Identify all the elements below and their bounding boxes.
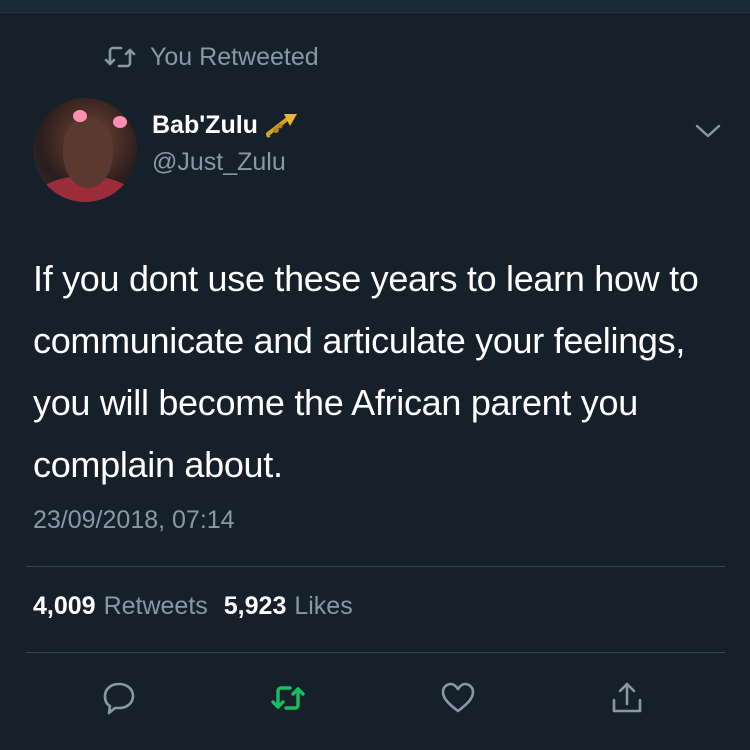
- trumpet-icon: [265, 114, 297, 138]
- tweet-actions: [0, 678, 750, 718]
- retweet-context: You Retweeted: [104, 40, 319, 74]
- retweet-context-label: You Retweeted: [150, 42, 319, 71]
- avatar-heart-decoration: [113, 116, 127, 128]
- retweets-label: Retweets: [103, 592, 208, 620]
- reply-icon: [103, 682, 135, 715]
- retweet-button[interactable]: [268, 678, 308, 718]
- author-display-name[interactable]: Bab'Zulu: [152, 110, 300, 140]
- share-icon: [612, 682, 642, 713]
- likes-count: 5,923: [223, 592, 287, 620]
- tweet-timestamp: 23/09/2018, 07:14: [33, 506, 235, 534]
- tweet-text: If you dont use these years to learn how…: [33, 258, 699, 485]
- retweet-icon: [271, 686, 305, 710]
- avatar-heart-decoration: [73, 110, 87, 122]
- top-bar: [0, 0, 750, 15]
- retweet-icon: [104, 46, 136, 68]
- display-name-text: Bab'Zulu: [152, 110, 258, 139]
- reply-button[interactable]: [99, 678, 139, 718]
- like-button[interactable]: [438, 678, 478, 718]
- likes-stat[interactable]: 5,923 Likes: [224, 592, 353, 621]
- retweets-stat[interactable]: 4,009 Retweets: [33, 592, 208, 621]
- likes-label: Likes: [294, 592, 353, 620]
- divider: [26, 566, 725, 567]
- share-button[interactable]: [607, 678, 647, 718]
- author-block[interactable]: Bab'Zulu @Just_Zulu: [152, 110, 300, 177]
- avatar[interactable]: [33, 98, 137, 202]
- divider: [26, 652, 725, 653]
- tweet-stats: 4,009 Retweets 5,923 Likes: [33, 592, 353, 621]
- retweets-count: 4,009: [33, 592, 96, 620]
- avatar-face: [63, 118, 113, 188]
- chevron-down-icon[interactable]: [694, 122, 722, 140]
- author-handle[interactable]: @Just_Zulu: [152, 148, 300, 177]
- heart-icon: [441, 682, 475, 713]
